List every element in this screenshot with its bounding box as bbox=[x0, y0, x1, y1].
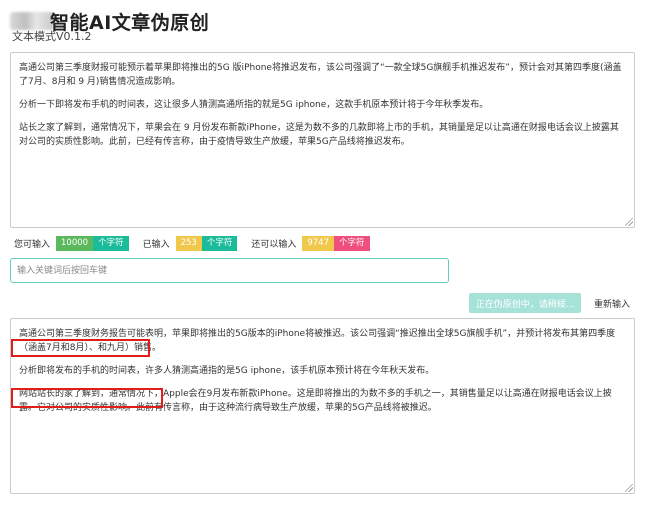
remaining-count: 还可以输入 9747 个字符 bbox=[251, 235, 370, 251]
result-paragraph: 分析即将发布的手机的时间表，许多人猜测高通指的是5G iphone，该手机原本预… bbox=[19, 366, 435, 376]
available-value-badge: 10000 bbox=[56, 235, 94, 251]
remaining-label: 还可以输入 bbox=[251, 239, 297, 250]
remaining-unit-badge: 个字符 bbox=[334, 235, 370, 251]
page-header: 智能AI文章伪原创 文本模式V0.1.2 bbox=[10, 4, 410, 44]
source-text-area[interactable]: 高通公司第三季度财报可能预示着苹果即将推出的5G 版iPhone将推迟发布，该公… bbox=[10, 52, 635, 228]
result-paragraph: 高通公司第三季度财务报告可能表明，苹果即将推出的5G版本的iPhone将被推迟。… bbox=[19, 329, 616, 353]
version-label: 文本模式V0.1.2 bbox=[12, 30, 92, 43]
entered-count: 已输入 253 个字符 bbox=[142, 235, 238, 251]
source-paragraph: 站长之家了解到，通常情况下，苹果会在 9 月份发布新款iPhone，这是为数不多… bbox=[19, 123, 619, 147]
result-paragraph: 网站站长的家了解到，通常情况下，Apple会在9月发布新款iPhone。这是即将… bbox=[19, 389, 612, 413]
char-count-bar: 您可输入 10000 个字符 已输入 253 个字符 还可以输入 9747 个字符 bbox=[14, 235, 384, 251]
entered-unit-badge: 个字符 bbox=[201, 235, 238, 251]
resize-handle-icon[interactable] bbox=[625, 218, 633, 226]
remaining-value-badge: 9747 bbox=[302, 235, 334, 251]
result-text-area[interactable]: 高通公司第三季度财务报告可能表明，苹果即将推出的5G版本的iPhone将被推迟。… bbox=[10, 318, 635, 494]
available-label: 您可输入 bbox=[14, 239, 51, 250]
available-count: 您可输入 10000 个字符 bbox=[14, 235, 129, 251]
keyword-input[interactable] bbox=[10, 258, 449, 283]
source-paragraph: 高通公司第三季度财报可能预示着苹果即将推出的5G 版iPhone将推迟发布，该公… bbox=[19, 63, 622, 87]
processing-button[interactable]: 正在伪原创中，请稍候... bbox=[469, 293, 581, 313]
reset-button[interactable]: 重新输入 bbox=[587, 293, 637, 313]
entered-value-badge: 253 bbox=[175, 235, 202, 251]
entered-label: 已输入 bbox=[142, 239, 170, 250]
available-unit-badge: 个字符 bbox=[93, 235, 129, 251]
resize-handle-icon[interactable] bbox=[625, 484, 633, 492]
source-paragraph: 分析一下即将发布手机的时间表，这让很多人猜测高通所指的就是5G iphone，这… bbox=[19, 100, 489, 110]
